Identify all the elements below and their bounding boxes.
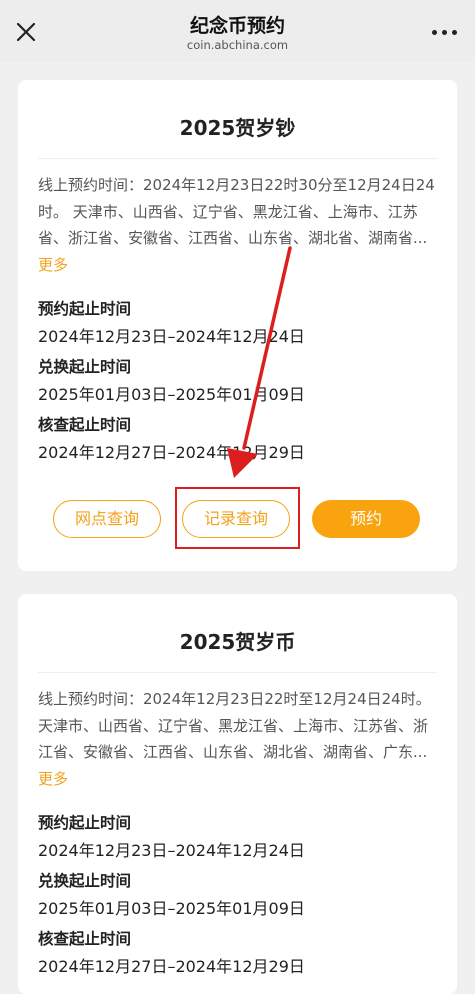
check-period-label: 核查起止时间 xyxy=(38,416,132,434)
card-description: 线上预约时间：2024年12月23日22时30分至12月24日24时。 天津市、… xyxy=(38,172,439,278)
more-options-icon[interactable] xyxy=(431,28,459,38)
divider xyxy=(38,672,437,673)
exchange-period-label: 兑换起止时间 xyxy=(38,872,132,890)
card-description: 线上预约时间：2024年12月23日22时至12月24日24时。 天津市、山西省… xyxy=(38,686,439,792)
more-link[interactable]: 更多 xyxy=(38,770,68,788)
annotation-highlight-box xyxy=(175,487,300,549)
exchange-period-label: 兑换起止时间 xyxy=(38,358,132,376)
title-block: 纪念币预约 coin.abchina.com xyxy=(0,14,475,52)
description-text: 线上预约时间：2024年12月23日22时至12月24日24时。 天津市、山西省… xyxy=(38,690,431,761)
page-domain: coin.abchina.com xyxy=(186,38,289,52)
reserve-period-label: 预约起止时间 xyxy=(38,814,132,832)
page-title: 纪念币预约 xyxy=(189,15,285,37)
check-period-value: 2024年12月27日–2024年12月29日 xyxy=(38,957,305,976)
branch-query-button[interactable]: 网点查询 xyxy=(53,500,161,538)
reserve-period-value: 2024年12月23日–2024年12月24日 xyxy=(38,841,305,860)
more-link[interactable]: 更多 xyxy=(38,256,68,274)
reserve-period-value: 2024年12月23日–2024年12月24日 xyxy=(38,327,305,346)
coin-card-coin: 2025贺岁币 线上预约时间：2024年12月23日22时至12月24日24时。… xyxy=(18,594,457,994)
top-bar: 纪念币预约 coin.abchina.com xyxy=(0,0,475,62)
check-period-label: 核查起止时间 xyxy=(38,930,132,948)
description-text: 线上预约时间：2024年12月23日22时30分至12月24日24时。 天津市、… xyxy=(38,176,435,247)
exchange-period-value: 2025年01月03日–2025年01月09日 xyxy=(38,385,305,404)
card-title: 2025贺岁钞 xyxy=(179,116,296,140)
check-period-value: 2024年12月27日–2024年12月29日 xyxy=(38,443,305,462)
reserve-button[interactable]: 预约 xyxy=(312,500,420,538)
card-title: 2025贺岁币 xyxy=(179,630,296,654)
divider xyxy=(38,158,437,159)
exchange-period-value: 2025年01月03日–2025年01月09日 xyxy=(38,899,305,918)
reserve-period-label: 预约起止时间 xyxy=(38,300,132,318)
